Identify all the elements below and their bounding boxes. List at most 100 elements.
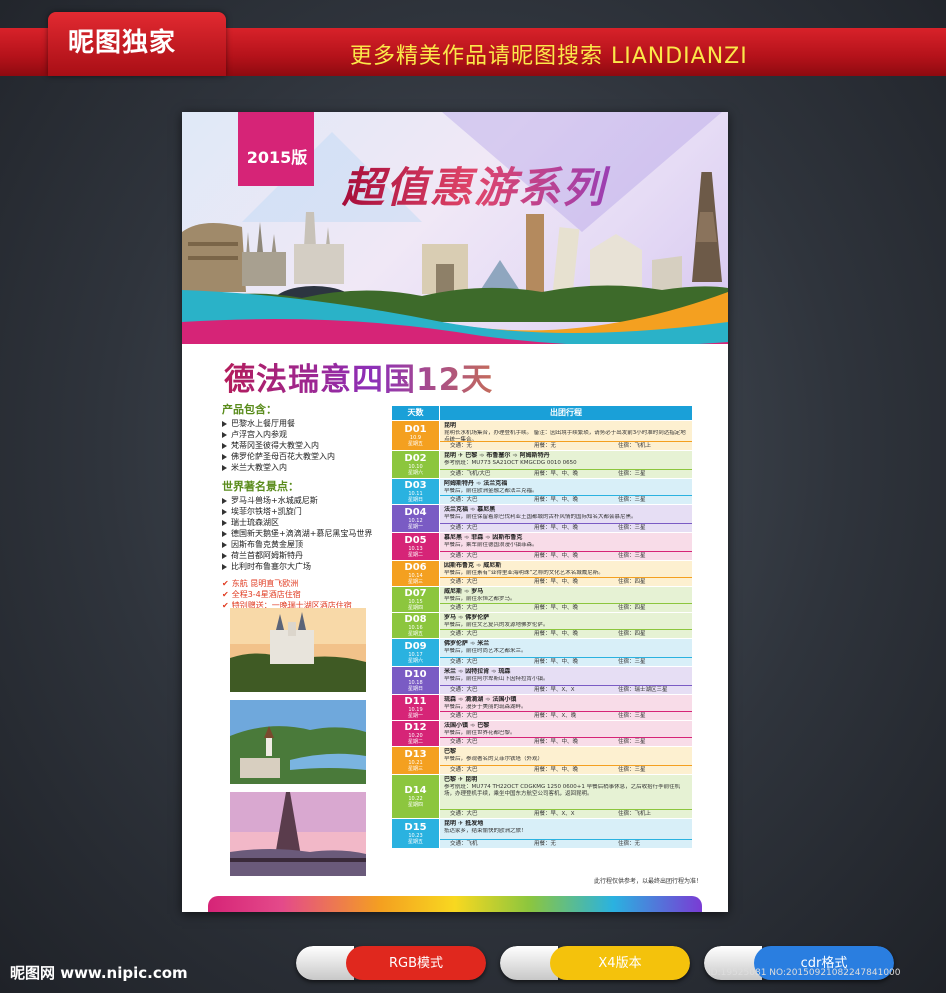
day-transport: 交通：大巴: [450, 659, 478, 665]
includes-heading: 产品包含：: [222, 403, 277, 416]
day-code: D09: [404, 641, 427, 652]
day-week: 星期日: [407, 497, 423, 503]
plan-body: 法国小镇 ➾ 巴黎 早餐后，前往世界花都巴黎。: [440, 721, 692, 737]
plan-body: 巴黎 早餐后，参观著名的艾菲尔铁塔（外观）: [440, 747, 692, 765]
day-cell: D09 10.17 星期六: [392, 639, 440, 666]
day-hotel: 住宿：三星: [618, 713, 646, 719]
plan-cell: 昆明 昆明长水机场集合，办理登机手续。 备注：因出境手续繁琐，请务必于出发前3小时…: [440, 421, 692, 450]
rainbow-footer-band: [208, 896, 702, 912]
plan-cell: 昆明 ✈ 巴黎 ➾ 布鲁塞尔 ➾ 阿姆斯特丹 参考航班：MU773 SA21OCT…: [440, 451, 692, 478]
day-cell: D10 10.18 星期日: [392, 667, 440, 694]
plan-body: 昆明 昆明长水机场集合，办理登机手续。 备注：因出境手续繁琐，请务必于出发前3小时…: [440, 421, 692, 441]
table-row: D02 10.10 星期六 昆明 ✈ 巴黎 ➾ 布鲁塞尔 ➾ 阿姆斯特丹 参考航班：MU…: [392, 450, 692, 478]
bullet-triangle-icon: [222, 541, 227, 548]
table-row: D10 10.18 星期日 米兰 ➾ 因特拉肯 ➾ 琉森 早餐后，前往阿尔卑斯山下因特拉…: [392, 666, 692, 694]
day-route: 法国小镇 ➾ 巴黎: [444, 722, 490, 729]
bullet-triangle-icon: [222, 508, 227, 515]
day-code: D08: [404, 614, 427, 625]
day-week: 星期日: [407, 686, 423, 692]
day-cell: D05 10.13 星期二: [392, 533, 440, 560]
plan-cell: 米兰 ➾ 因特拉肯 ➾ 琉森 早餐后，前往阿尔卑斯山下因特拉肯小镇。 交通：大巴 用餐…: [440, 667, 692, 694]
day-meals: 用餐：早、中、晚: [534, 525, 579, 531]
day-description: 早餐后，前往文艺复兴的发源地佛罗伦萨。: [444, 622, 549, 628]
bullet-triangle-icon: [222, 464, 227, 471]
day-hotel: 住宿：无: [618, 841, 641, 847]
day-route: 昆明 ✈ 巴黎 ➾ 布鲁塞尔 ➾ 阿姆斯特丹: [444, 452, 550, 459]
bullet-triangle-icon: [222, 431, 227, 438]
plan-body: 昆明 ✈ 抵发地 抵达家乡，结束愉快的欧洲之旅！: [440, 819, 692, 839]
day-hotel: 住宿：飞机上: [618, 443, 652, 449]
day-meals: 用餐：早、中、晚: [534, 579, 579, 585]
day-code: D15: [404, 822, 427, 833]
list-item: 罗马斗兽场+水城威尼斯: [222, 495, 392, 506]
day-route: 巴黎 ✈ 昆明: [444, 776, 478, 783]
eiffel-tower-photo: [230, 792, 366, 876]
day-route: 琉森 ➾ 滴滴湖 ➾ 法国小镇: [444, 696, 517, 703]
list-item: 佛罗伦萨圣母百花大教堂入内: [222, 451, 392, 462]
day-transport: 交通：飞机: [450, 841, 478, 847]
day-hotel: 住宿：三星: [618, 659, 646, 665]
day-cell: D11 10.19 星期一: [392, 695, 440, 720]
day-cell: D14 10.22 星期四: [392, 775, 440, 818]
day-cell: D06 10.14 星期三: [392, 561, 440, 586]
plan-cell: 巴黎 早餐后，参观著名的艾菲尔铁塔（外观） 交通：大巴 用餐：早、中、晚 住宿：三星: [440, 747, 692, 774]
day-code: D03: [404, 480, 427, 491]
day-route: 慕尼黑 ➾ 菲森 ➾ 因斯布鲁克: [444, 534, 523, 541]
list-item: 米兰大教堂入内: [222, 462, 392, 473]
day-code: D14: [404, 785, 427, 796]
day-transport: 交通：大巴: [450, 767, 478, 773]
itinerary-table: 天数 出团行程 D01 10.9 星期五 昆明 昆明长水机场集合，办理登机手续。 备注：…: [392, 406, 692, 886]
day-description: 早餐后，前往时尚艺术之都米兰。: [444, 648, 527, 654]
day-hotel: 住宿：飞机上: [618, 811, 652, 817]
day-description: 早餐后，前往永恒之都罗马。: [444, 596, 516, 602]
day-hotel: 住宿：三星: [618, 471, 646, 477]
sights-heading: 世界著名景点：: [222, 480, 299, 493]
list-item: 巴黎水上餐厅用餐: [222, 418, 392, 429]
site-watermark: 昵图网 www.nipic.com: [10, 964, 188, 982]
column-header-plan: 出团行程: [440, 406, 692, 420]
day-route: 巴黎: [444, 748, 457, 755]
table-row: D14 10.22 星期四 巴黎 ✈ 昆明 参考航班：MU774 TH22OCT CDG…: [392, 774, 692, 818]
day-transport: 交通：大巴: [450, 497, 478, 503]
day-route: 米兰 ➾ 因特拉肯 ➾ 琉森: [444, 668, 511, 675]
day-meals: 用餐：早、中、晚: [534, 631, 579, 637]
pill-label: RGB模式: [388, 956, 444, 971]
day-week: 星期四: [407, 802, 423, 808]
day-meals: 用餐：早、中、晚: [534, 553, 579, 559]
day-meals: 用餐：早、中、晚: [534, 767, 579, 773]
day-transport: 交通：大巴: [450, 739, 478, 745]
day-code: D01: [404, 424, 427, 435]
day-week: 星期三: [407, 766, 423, 772]
sights-list: 罗马斗兽场+水城威尼斯 埃菲尔铁塔+凯旋门 瑞士琉森湖区 德国新天鹅堡+滴滴湖+…: [222, 495, 392, 572]
day-cell: D03 10.11 星期日: [392, 479, 440, 504]
day-description: 抵达家乡，结束愉快的欧洲之旅！: [444, 828, 527, 834]
day-code: D13: [404, 749, 427, 760]
plan-body: 法兰克福 ➾ 慕尼黑 早餐后，前往保留着原巴伐利亚王国都城的古朴风情的国际知名大都…: [440, 505, 692, 523]
plan-cell: 阿姆斯特丹 ➾ 法兰克福 早餐后，前往欧洲金融之都法兰克福。 交通：大巴 用餐：早、中…: [440, 479, 692, 504]
bullet-triangle-icon: [222, 420, 227, 427]
plan-body: 阿姆斯特丹 ➾ 法兰克福 早餐后，前往欧洲金融之都法兰克福。: [440, 479, 692, 495]
day-code: D02: [404, 453, 427, 464]
day-footer: 交通：大巴 用餐：早、中、晚 住宿：三星: [440, 551, 692, 560]
day-meals: 用餐：早、中、晚: [534, 471, 579, 477]
day-hotel: 住宿：三星: [618, 739, 646, 745]
includes-list: 巴黎水上餐厅用餐 卢浮宫入内参观 梵蒂冈圣彼得大教堂入内 佛罗伦萨圣母百花大教堂…: [222, 418, 392, 473]
series-title: 超值惠游系列: [342, 154, 672, 214]
table-row: D09 10.17 星期六 佛罗伦萨 ➾ 米兰 早餐后，前往时尚艺术之都米兰。 交通：大巴…: [392, 638, 692, 666]
day-description: 早餐后，参观著名的艾菲尔铁塔（外观）: [444, 756, 544, 762]
day-footer: 交通：大巴 用餐：早、中、晚 住宿：四星: [440, 629, 692, 638]
bullet-triangle-icon: [222, 497, 227, 504]
plan-body: 琉森 ➾ 滴滴湖 ➾ 法国小镇 早餐后，漫步于美丽的琉森湖畔。: [440, 695, 692, 711]
day-transport: 交通：大巴: [450, 525, 478, 531]
pill-label: X4版本: [598, 956, 642, 971]
check-icon: ✔: [222, 590, 229, 599]
day-cell: D15 10.23 星期五: [392, 819, 440, 848]
day-hotel: 住宿：瑞士湖区三星: [618, 687, 668, 693]
plan-body: 慕尼黑 ➾ 菲森 ➾ 因斯布鲁克 早餐后，乘车前往德国浪漫小镇菲森。: [440, 533, 692, 551]
day-footer: 交通：大巴 用餐：早、中、晚 住宿：三星: [440, 523, 692, 532]
day-week: 星期五: [407, 631, 423, 637]
day-transport: 交通：飞机/大巴: [450, 471, 491, 477]
product-summary: 产品包含： 巴黎水上餐厅用餐 卢浮宫入内参观 梵蒂冈圣彼得大教堂入内 佛罗伦萨圣…: [222, 402, 392, 622]
day-description: 早餐后，前往阿尔卑斯山下因特拉肯小镇。: [444, 676, 549, 682]
day-route: 昆明: [444, 422, 457, 429]
